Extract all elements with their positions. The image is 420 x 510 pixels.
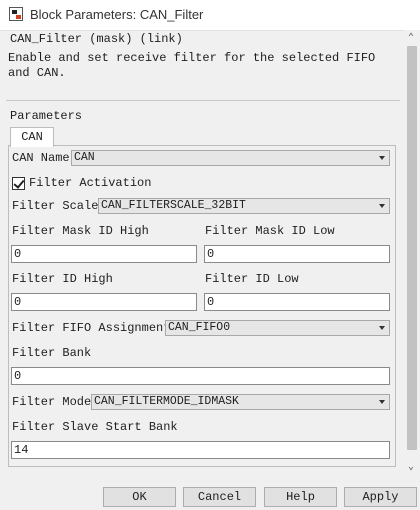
cancel-button[interactable]: Cancel bbox=[183, 487, 256, 507]
slave-start-bank-label: Filter Slave Start Bank bbox=[12, 420, 178, 434]
filter-id-low-label: Filter ID Low bbox=[205, 272, 299, 286]
fifo-assignment-dropdown[interactable]: CAN_FIFO0 bbox=[165, 320, 390, 336]
vertical-scrollbar[interactable]: ⌃ ⌄ bbox=[404, 30, 420, 478]
scrollbar-thumb[interactable] bbox=[407, 46, 417, 450]
block-header-title: CAN_Filter (mask) (link) bbox=[10, 32, 183, 46]
chevron-down-icon bbox=[379, 326, 385, 330]
filter-id-high-label: Filter ID High bbox=[12, 272, 113, 286]
fifo-assignment-label: Filter FIFO Assignment bbox=[12, 321, 171, 335]
mask-id-high-field[interactable]: 0 bbox=[11, 245, 197, 263]
mask-id-high-label: Filter Mask ID High bbox=[12, 224, 149, 238]
can-name-label: CAN Name bbox=[12, 151, 70, 165]
fifo-assignment-value: CAN_FIFO0 bbox=[168, 321, 231, 334]
filter-mode-value: CAN_FILTERMODE_IDMASK bbox=[94, 395, 239, 408]
filter-activation-checkbox[interactable] bbox=[12, 177, 25, 190]
filter-id-high-field[interactable]: 0 bbox=[11, 293, 197, 311]
block-description: Enable and set receive filter for the se… bbox=[8, 51, 376, 80]
can-name-dropdown[interactable]: CAN bbox=[71, 150, 390, 166]
chevron-down-icon bbox=[379, 204, 385, 208]
chevron-down-icon bbox=[379, 156, 385, 160]
filter-activation-label: Filter Activation bbox=[29, 176, 152, 190]
window-title: Block Parameters: CAN_Filter bbox=[30, 7, 204, 22]
chevron-down-icon bbox=[379, 400, 385, 404]
filter-scale-dropdown[interactable]: CAN_FILTERSCALE_32BIT bbox=[98, 198, 390, 214]
scroll-down-icon[interactable]: ⌄ bbox=[408, 463, 414, 473]
slave-start-bank-field[interactable]: 14 bbox=[11, 441, 390, 459]
help-button[interactable]: Help bbox=[264, 487, 337, 507]
parameters-label: Parameters bbox=[10, 109, 83, 123]
ok-button[interactable]: OK bbox=[103, 487, 176, 507]
scroll-up-icon[interactable]: ⌃ bbox=[408, 34, 414, 44]
filter-id-low-field[interactable]: 0 bbox=[204, 293, 390, 311]
filter-mode-dropdown[interactable]: CAN_FILTERMODE_IDMASK bbox=[91, 394, 390, 410]
filter-scale-label: Filter Scale bbox=[12, 199, 99, 213]
can-name-value: CAN bbox=[74, 151, 95, 164]
filter-bank-field[interactable]: 0 bbox=[11, 367, 390, 385]
filter-bank-label: Filter Bank bbox=[12, 346, 92, 360]
check-icon bbox=[13, 177, 25, 189]
mask-id-low-field[interactable]: 0 bbox=[204, 245, 390, 263]
button-bar: OK Cancel Help Apply bbox=[0, 478, 420, 510]
apply-button[interactable]: Apply bbox=[344, 487, 417, 507]
title-bar: Block Parameters: CAN_Filter bbox=[0, 0, 420, 31]
tab-can[interactable]: CAN bbox=[10, 127, 54, 147]
section-divider bbox=[6, 100, 400, 101]
block-parameters-icon bbox=[9, 7, 23, 21]
filter-mode-label: Filter Mode bbox=[12, 395, 92, 409]
dialog-content: CAN_Filter (mask) (link) Enable and set … bbox=[0, 30, 404, 478]
mask-id-low-label: Filter Mask ID Low bbox=[205, 224, 335, 238]
filter-scale-value: CAN_FILTERSCALE_32BIT bbox=[101, 199, 246, 212]
